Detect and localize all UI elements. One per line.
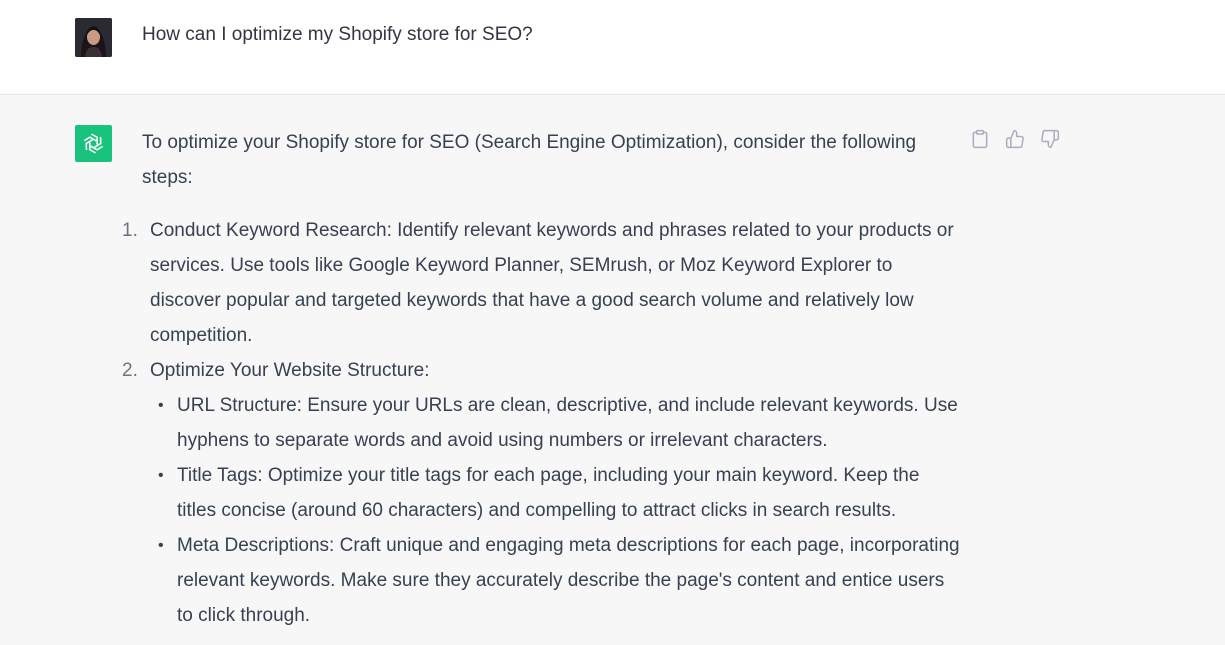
bullet-icon: • [158,397,164,414]
thumbs-up-button[interactable] [1005,129,1025,149]
clipboard-icon [972,129,988,149]
chatgpt-logo-icon [75,125,112,162]
sub-list: • URL Structure: Ensure your URLs are cl… [158,388,962,633]
thumbs-up-icon [1005,129,1024,149]
sub-list-item: • Meta Descriptions: Craft unique and en… [158,528,962,633]
assistant-message-row: To optimize your Shopify store for SEO (… [0,95,1225,645]
assistant-answer: To optimize your Shopify store for SEO (… [122,125,962,633]
sub-list-item: • Title Tags: Optimize your title tags f… [158,458,962,528]
thumbs-down-icon [1041,129,1060,149]
step-text: Conduct Keyword Research: Identify relev… [150,220,954,346]
sub-item-text: Title Tags: Optimize your title tags for… [177,465,920,521]
step-number: 2. [122,360,138,381]
sub-item-text: Meta Descriptions: Craft unique and enga… [177,535,960,626]
thumbs-down-button[interactable] [1040,129,1060,149]
step-item: 1. Conduct Keyword Research: Identify re… [122,213,962,353]
message-actions [970,129,1060,149]
step-number: 1. [122,220,138,241]
bullet-icon: • [158,537,164,554]
step-text: Optimize Your Website Structure: [150,360,430,381]
answer-intro: To optimize your Shopify store for SEO (… [142,132,917,188]
bullet-icon: • [158,467,164,484]
sub-item-text: URL Structure: Ensure your URLs are clea… [177,395,958,451]
user-message-row: How can I optimize my Shopify store for … [0,0,1225,95]
step-item: 2. Optimize Your Website Structure: • UR… [122,353,962,633]
copy-button[interactable] [970,129,990,149]
user-avatar [75,18,112,57]
steps-list: 1. Conduct Keyword Research: Identify re… [122,213,962,633]
user-message-text: How can I optimize my Shopify store for … [142,24,533,45]
sub-list-item: • URL Structure: Ensure your URLs are cl… [158,388,962,458]
